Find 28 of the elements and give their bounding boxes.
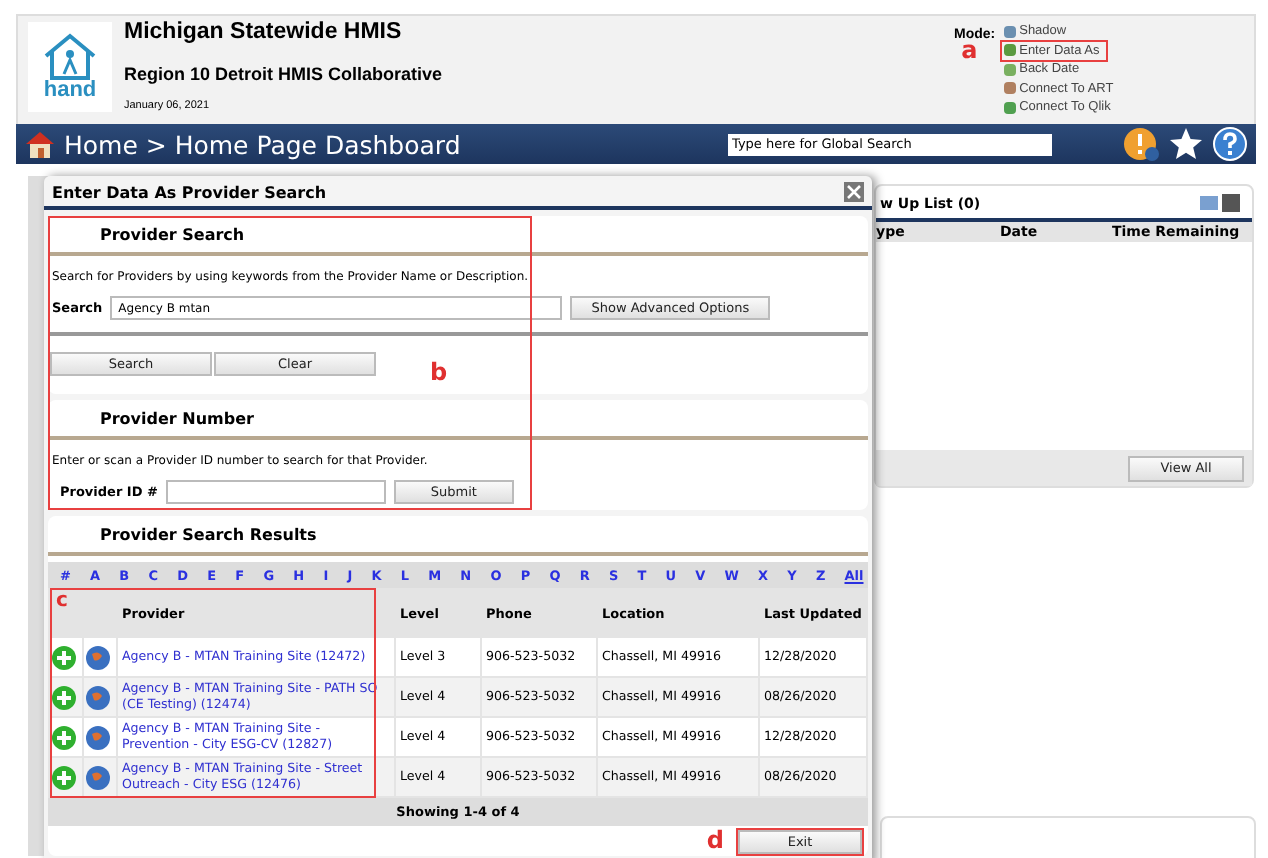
house-icon: [40, 32, 100, 80]
alert-icon[interactable]: [1124, 126, 1160, 162]
dialog-title: Enter Data As Provider Search: [52, 183, 327, 201]
section-heading: Provider Search Results: [98, 524, 319, 548]
panel-tools-icon[interactable]: [1200, 194, 1240, 212]
add-icon[interactable]: [52, 765, 76, 789]
logo-text: hand: [43, 80, 97, 102]
add-icon[interactable]: [52, 725, 76, 749]
globe-icon[interactable]: [86, 645, 110, 669]
provider-id-field[interactable]: [165, 480, 386, 504]
globe-icon[interactable]: [86, 685, 110, 709]
help-icon[interactable]: [1212, 126, 1248, 162]
breadcrumb: Home > Home Page Dashboard: [64, 129, 461, 159]
globe-icon[interactable]: [86, 725, 110, 749]
add-icon[interactable]: [52, 645, 76, 669]
add-icon[interactable]: [52, 685, 76, 709]
globe-icon[interactable]: [86, 765, 110, 789]
section-heading: Provider Number: [98, 408, 256, 432]
house-icon: [24, 130, 56, 158]
close-icon[interactable]: [844, 182, 864, 202]
region-title: Region 10 Detroit HMIS Collaborative: [124, 64, 445, 84]
callout-letter: a: [961, 37, 978, 61]
app-title: Michigan Statewide HMIS: [124, 20, 404, 44]
section-heading: Provider Search: [98, 224, 247, 248]
callout-letter: d: [706, 828, 724, 852]
callout-letter: c: [56, 592, 68, 612]
callout-letter: b: [430, 360, 448, 384]
star-icon[interactable]: [1168, 126, 1204, 162]
